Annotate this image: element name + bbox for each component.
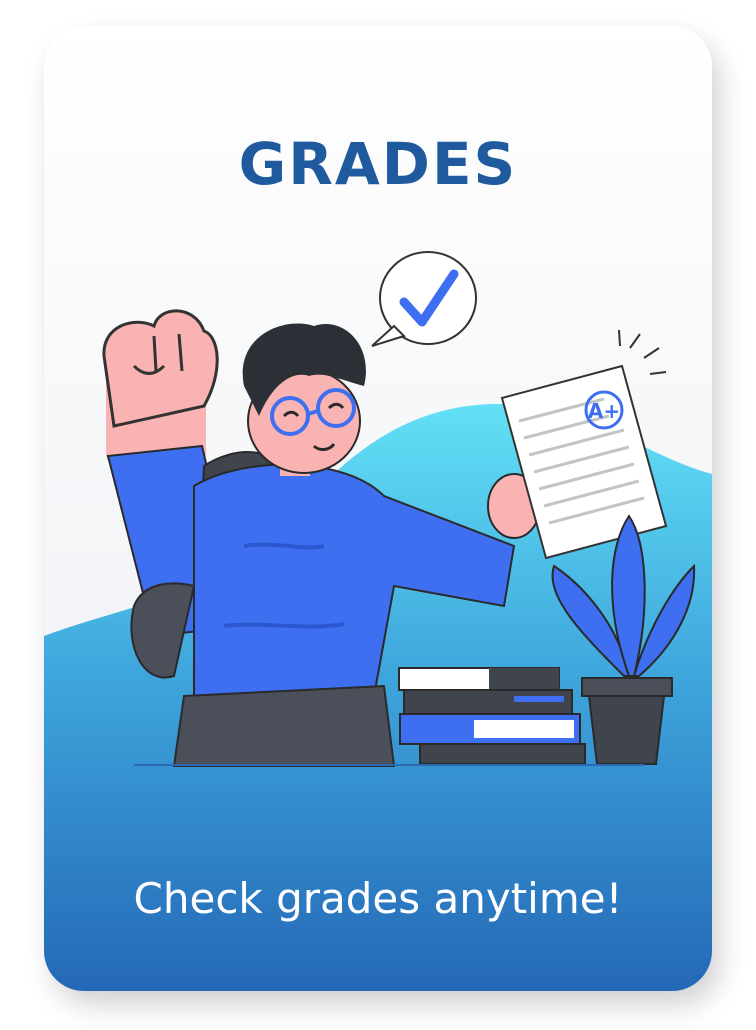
books-icon — [398, 667, 586, 765]
speech-bubble — [371, 251, 477, 347]
pants — [172, 684, 396, 767]
grades-card[interactable]: GRADES A+ Check grades anytime! — [44, 26, 712, 991]
fist-icon — [102, 309, 219, 466]
card-slogan: Check grades anytime! — [133, 874, 623, 923]
head — [242, 323, 366, 476]
illustration: A+ — [44, 251, 712, 991]
grade-mark: A+ — [588, 399, 620, 423]
